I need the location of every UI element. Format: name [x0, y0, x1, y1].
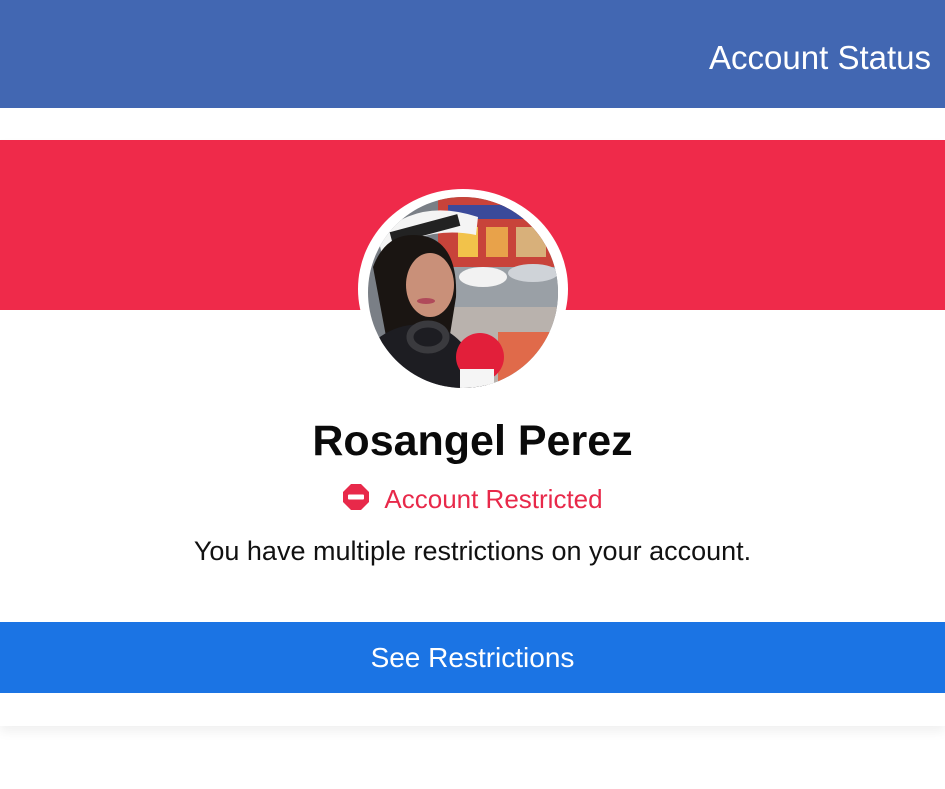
- profile-photo: [368, 197, 558, 388]
- status-label: Account Restricted: [384, 484, 603, 514]
- no-entry-icon: [342, 483, 370, 511]
- profile-name: Rosangel Perez: [312, 417, 633, 465]
- avatar: [358, 189, 568, 389]
- status-indicator: Account Restricted: [0, 483, 945, 515]
- page-title: Account Status: [709, 39, 931, 76]
- top-header-bar: Account Status: [0, 0, 945, 108]
- see-restrictions-button[interactable]: See Restrictions: [0, 622, 945, 693]
- account-status-card: Rosangel Perez Account Restricted You ha…: [0, 140, 945, 726]
- restriction-message: You have multiple restrictions on your a…: [193, 536, 752, 566]
